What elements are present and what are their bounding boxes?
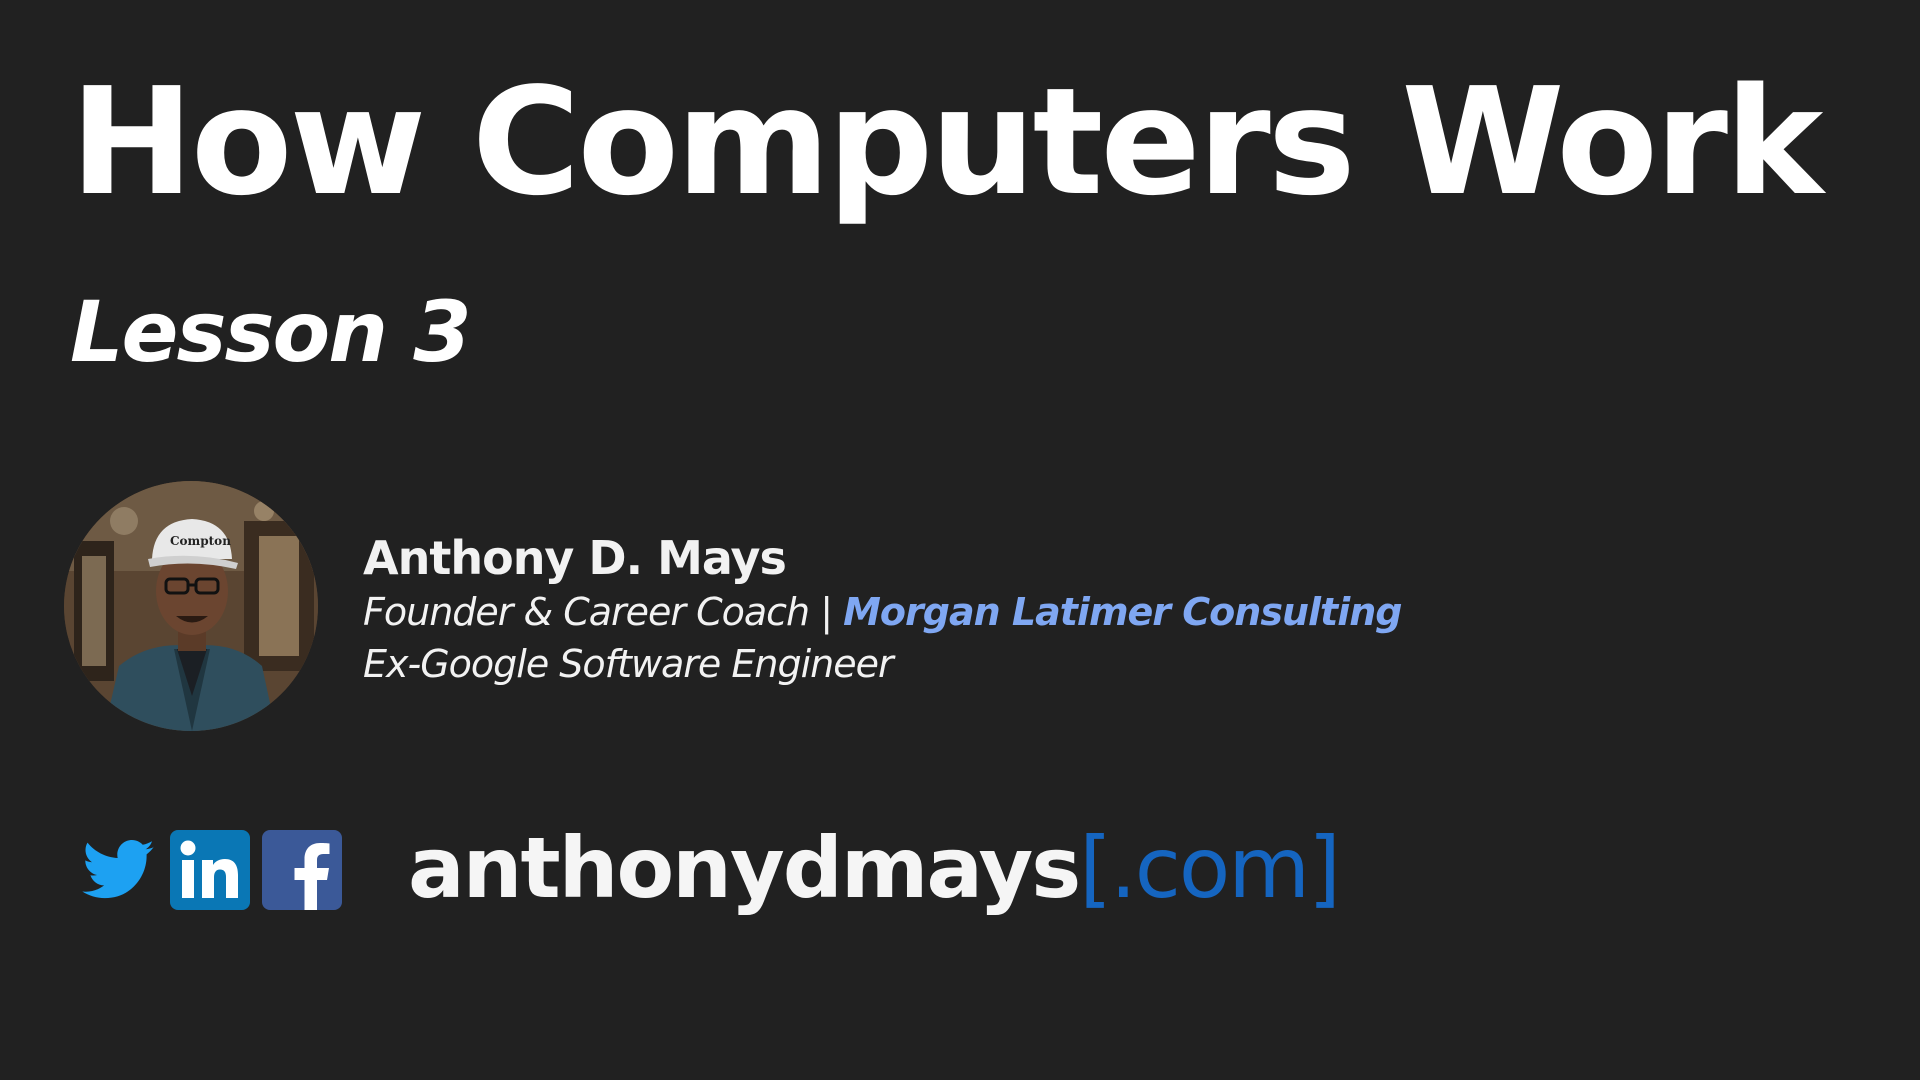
facebook-icon[interactable]	[262, 830, 342, 910]
author-info: Anthony D. Mays Founder & Career Coach |…	[363, 530, 1402, 690]
author-role-title: Founder & Career Coach |	[363, 590, 844, 634]
author-name: Anthony D. Mays	[363, 531, 787, 585]
website-name: anthonydmays	[408, 819, 1081, 917]
website-domain-suffix: [.com]	[1079, 819, 1341, 917]
website-link[interactable]: anthonydmays[.com]	[408, 818, 1341, 918]
social-links	[78, 830, 342, 910]
author-role: Founder & Career Coach | Morgan Latimer …	[363, 586, 1402, 638]
author-previous-role: Ex-Google Software Engineer	[363, 642, 894, 686]
twitter-icon[interactable]	[78, 830, 158, 910]
linkedin-icon[interactable]	[170, 830, 250, 910]
author-photo: Compton	[64, 481, 318, 731]
svg-text:Compton: Compton	[170, 534, 231, 548]
lesson-subtitle: Lesson 3	[70, 283, 472, 381]
slide-title: How Computers Work	[70, 56, 1823, 228]
company-link[interactable]: Morgan Latimer Consulting	[843, 590, 1402, 634]
portrait-illustration: Compton	[64, 481, 318, 731]
